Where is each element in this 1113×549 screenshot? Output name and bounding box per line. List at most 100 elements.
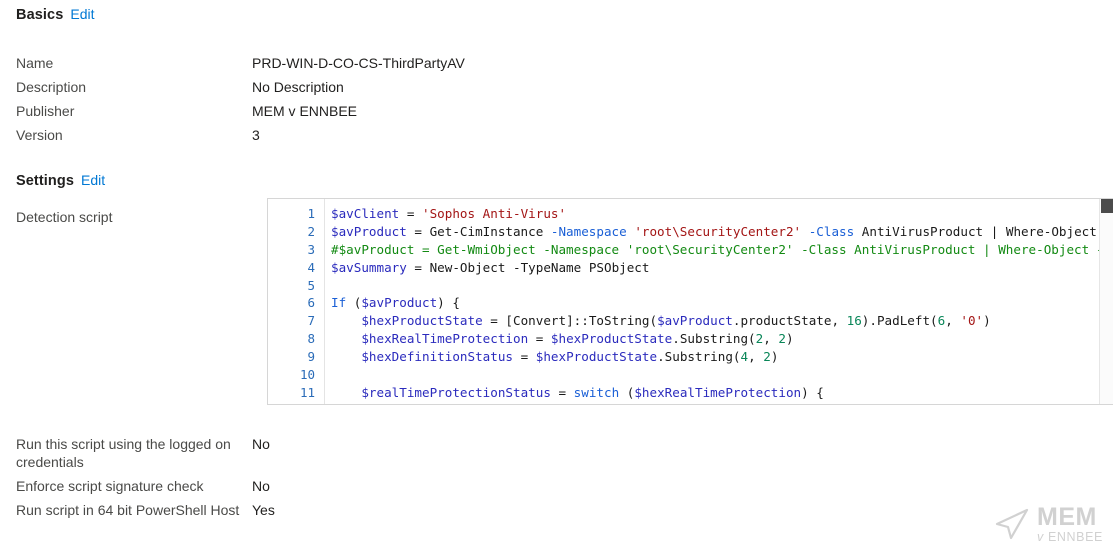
code-token: 4 [740,349,749,365]
code-token: ) { [437,295,460,311]
line-number: 7 [307,313,315,329]
property-value: MEM v ENNBEE [252,103,358,119]
property-row-logged-on-credentials: Run this script using the logged on cred… [0,435,1113,471]
watermark-v: v [1037,529,1044,544]
line-number: 4 [307,259,315,275]
code-token: = [513,349,536,365]
code-token: -Namespace [550,223,627,239]
code-token: #$avProduct = Get-WmiObject -Namespace '… [331,241,1113,257]
watermark-primary: MEM [1037,502,1097,531]
code-line: $avSummary = New-Object -TypeName PSObje… [325,259,1113,277]
code-token: .Substring( [672,331,756,347]
line-number: 2 [307,223,315,239]
property-label: Enforce script signature check [16,478,204,494]
code-token: , [945,313,961,329]
detection-script-code-editor[interactable]: 1 2 3 4 5 6 7 8 9 10 11 $avClient = 'Sophos Anti-V… [267,198,1113,405]
property-label: Run this script using the logged on cred… [16,436,231,470]
code-token: ).PadLeft( [861,313,938,329]
property-row-signature-check: Enforce script signature check No [0,477,1113,495]
code-token: ( [619,384,635,400]
code-token: .Substring( [657,349,741,365]
property-value: 3 [252,127,260,143]
line-number: 8 [307,331,315,347]
detection-script-label: Detection script [16,209,113,225]
line-number: 3 [307,241,315,257]
line-number: 9 [307,349,315,365]
basics-edit-link[interactable]: Edit [70,6,94,22]
code-line: $hexRealTimeProtection = $hexProductStat… [325,330,1113,348]
property-row-publisher: Publisher MEM v ENNBEE [0,102,1113,120]
editor-code-area[interactable]: $avClient = 'Sophos Anti-Virus' $avProduc… [325,199,1113,404]
property-value: No Description [252,79,344,95]
code-token: = [550,384,574,400]
code-token: $avProduct [331,223,407,239]
line-number: 11 [299,384,315,400]
code-token: 2 [763,349,771,365]
code-token: ) [983,313,991,329]
code-token: $hexDefinitionStatus [361,349,513,365]
code-token: ( [346,295,362,311]
editor-scrollbar-thumb[interactable] [1101,199,1113,213]
code-token: , [763,331,779,347]
watermark-text: MEM v ENNBEE [1037,502,1103,544]
basics-section-header: Basics Edit [16,6,94,23]
property-label: Name [16,55,54,71]
editor-vertical-scrollbar[interactable] [1099,199,1113,404]
code-token: $hexProductState [361,313,483,329]
code-line: $avProduct = Get-CimInstance -Namespace … [325,223,1113,241]
code-line: $avClient = 'Sophos Anti-Virus' [325,205,1113,223]
code-token: -TypeName [512,259,582,275]
line-number: 6 [307,295,315,311]
code-token: $avProduct [657,313,733,329]
line-number: 10 [299,367,315,383]
watermark-secondary: v ENNBEE [1037,529,1103,544]
code-token: 'Sophos Anti-Virus' [422,206,567,221]
code-token: '0' [960,313,984,329]
line-number: 5 [307,277,315,293]
code-token: = Get-CimInstance [406,223,551,239]
settings-title: Settings [16,173,74,189]
code-token: ) { [801,384,824,400]
code-token: = [528,331,551,347]
code-token: -Class [808,223,855,239]
code-token: ) [770,349,779,365]
property-label: Version [16,127,63,143]
code-token: ) [786,331,794,347]
editor-line-number-gutter: 1 2 3 4 5 6 7 8 9 10 11 [268,199,325,404]
property-row-version: Version 3 [0,126,1113,144]
code-token: switch [573,384,620,400]
watermark-ennbee: ENNBEE [1047,529,1103,544]
code-token: $hexProductState [550,331,673,347]
property-value: PRD-WIN-D-CO-CS-ThirdPartyAV [252,55,465,71]
script-details-page: Basics Edit Name PRD-WIN-D-CO-CS-ThirdPa… [0,0,1113,549]
code-token: , [748,349,764,365]
line-number: 1 [307,206,315,221]
code-token: $avSummary [331,259,407,275]
cursor-arrow-icon [995,508,1029,539]
property-value: Yes [252,502,275,518]
code-token: $realTimeProtectionStatus [361,384,551,400]
code-line: If ($avProduct) { [325,294,1113,312]
property-row-name: Name PRD-WIN-D-CO-CS-ThirdPartyAV [0,54,1113,72]
code-token: 'root\SecurityCenter2' [634,223,802,239]
code-line: $realTimeProtectionStatus = switch ($hex… [325,384,1113,402]
code-token: 2 [778,331,786,347]
code-line: #$avProduct = Get-WmiObject -Namespace '… [325,241,1113,259]
code-token: = New-Object [406,259,513,275]
property-row-64bit-host: Run script in 64 bit PowerShell Host Yes [0,501,1113,519]
code-token: $avClient [331,206,400,221]
code-token: $hexProductState [535,349,658,365]
settings-edit-link[interactable]: Edit [81,172,105,188]
settings-section-header: Settings Edit [16,172,105,189]
property-label: Publisher [16,103,75,119]
code-token: $hexRealTimeProtection [361,331,529,347]
code-token: = [399,206,422,221]
property-value: No [252,436,270,452]
